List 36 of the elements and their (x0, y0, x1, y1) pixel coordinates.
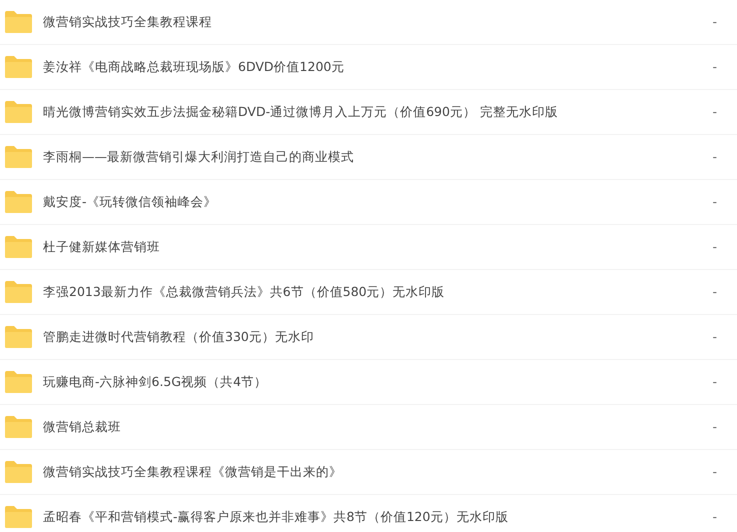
file-name[interactable]: 姜汝祥《电商战略总裁班现场版》6DVD价值1200元 (43, 58, 712, 76)
file-size: - (712, 148, 717, 166)
folder-icon (5, 416, 32, 438)
file-name[interactable]: 杜子健新媒体营销班 (43, 238, 712, 256)
folder-icon (5, 506, 32, 528)
folder-icon (5, 146, 32, 168)
folder-icon (5, 371, 32, 393)
folder-icon (5, 56, 32, 78)
file-name[interactable]: 微营销总裁班 (43, 418, 712, 436)
file-size: - (712, 282, 717, 301)
folder-icon (5, 101, 32, 123)
file-name[interactable]: 微营销实战技巧全集教程课程《微营销是干出来的》 (43, 462, 712, 482)
folder-icon (5, 236, 32, 258)
file-size: - (712, 372, 717, 391)
folder-icon (5, 281, 32, 303)
file-name[interactable]: 管鹏走进微时代营销教程（价值330元）无水印 (43, 328, 712, 346)
file-size: - (712, 418, 717, 436)
file-name[interactable]: 李强2013最新力作《总裁微营销兵法》共6节（价值580元）无水印版 (43, 282, 712, 302)
folder-icon (5, 461, 32, 483)
file-name[interactable]: 微营销实战技巧全集教程课程 (43, 12, 712, 32)
file-size: - (712, 192, 717, 211)
folder-icon (5, 191, 32, 213)
file-size: - (712, 462, 717, 481)
file-name[interactable]: 李雨桐——最新微营销引爆大利润打造自己的商业模式 (43, 148, 712, 166)
file-name[interactable]: 晴光微博营销实效五步法掘金秘籍DVD-通过微博月入上万元（价值690元） 完整无水印版 (43, 102, 712, 122)
folder-icon (5, 11, 32, 33)
folder-icon (5, 326, 32, 348)
file-size: - (712, 102, 717, 121)
file-name[interactable]: 孟昭春《平和营销模式-赢得客户原来也并非难事》共8节（价值120元）无水印版 (43, 508, 712, 526)
file-name[interactable]: 戴安度-《玩转微信领袖峰会》 (43, 192, 712, 212)
file-size: - (712, 58, 717, 76)
file-size: - (712, 12, 717, 31)
file-size: - (712, 508, 717, 526)
file-name[interactable]: 玩赚电商-六脉神剑6.5G视频（共4节） (43, 372, 712, 392)
file-size: - (712, 328, 717, 346)
file-size: - (712, 238, 717, 256)
